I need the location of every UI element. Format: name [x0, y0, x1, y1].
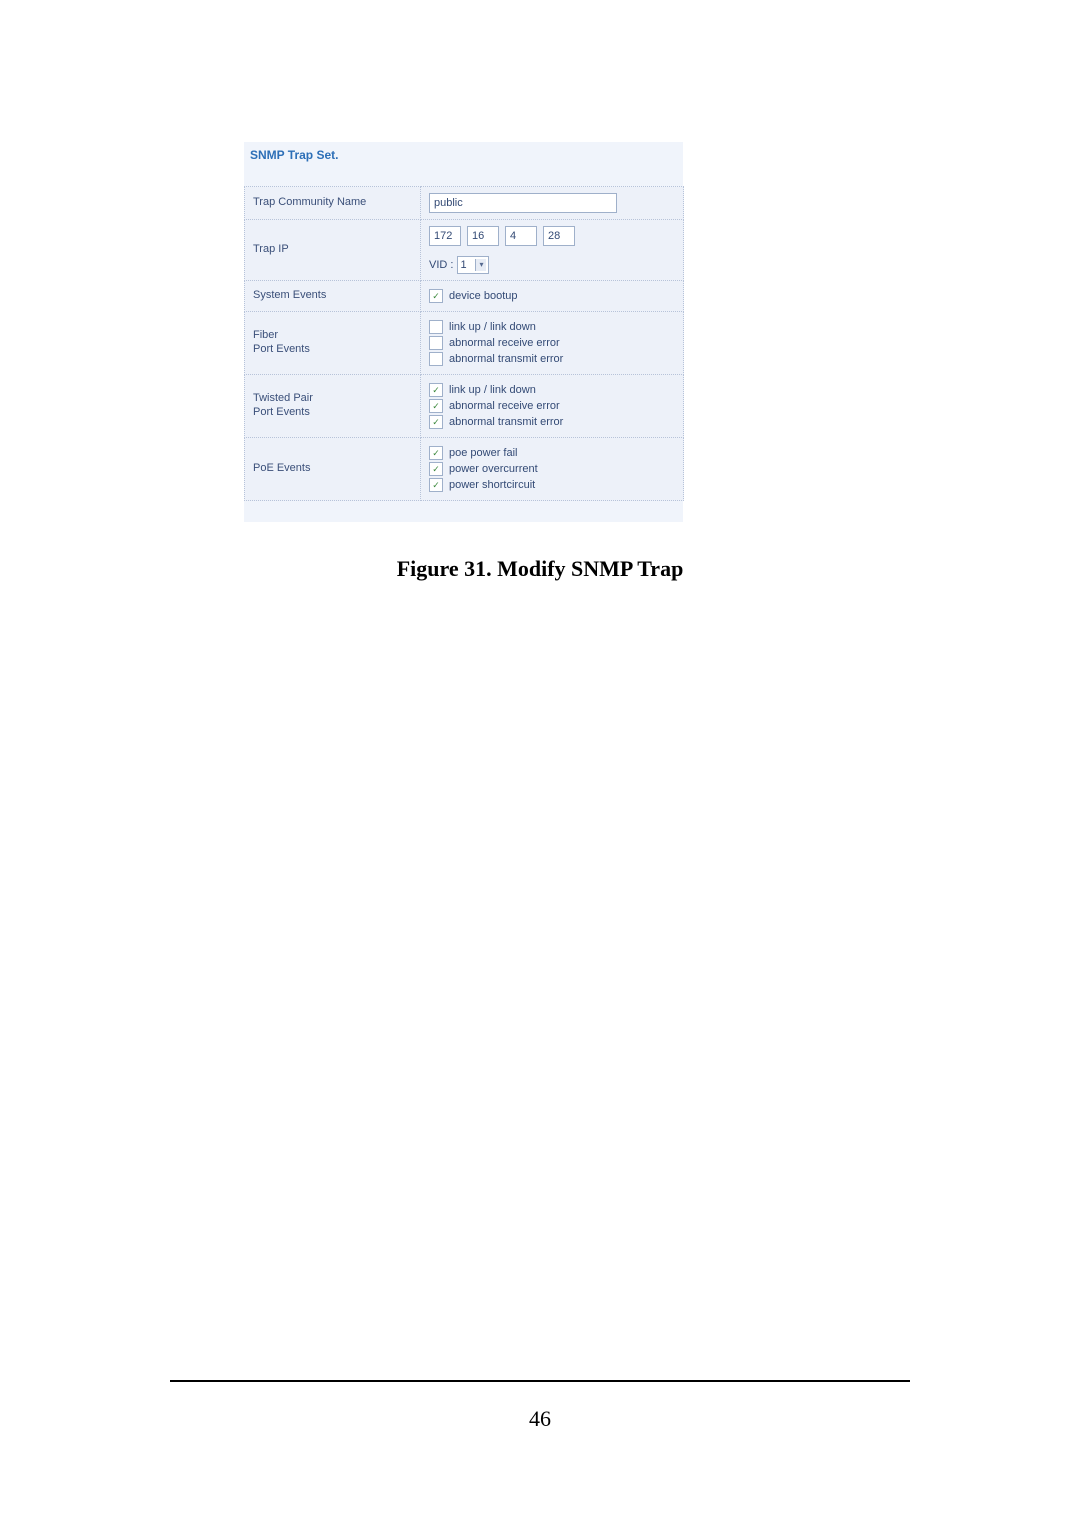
cb-row-poe-fail: poe power fail: [429, 446, 675, 460]
checkbox-label: link up / link down: [449, 321, 536, 333]
checkbox-label: power shortcircuit: [449, 479, 535, 491]
snmp-trap-screenshot: SNMP Trap Set. Trap Community Name publi…: [244, 142, 683, 522]
label-poe-events: PoE Events: [245, 438, 421, 501]
figure-caption: Figure 31. Modify SNMP Trap: [0, 556, 1080, 582]
cell-community-value: public: [421, 187, 684, 220]
label-trap-ip: Trap IP: [245, 220, 421, 281]
panel-title: SNMP Trap Set.: [250, 148, 338, 162]
vid-select-value: 1: [460, 259, 466, 271]
cb-row-poe-short: power shortcircuit: [429, 478, 675, 492]
community-input[interactable]: public: [429, 193, 617, 213]
checkbox-poe-short[interactable]: [429, 478, 443, 492]
cell-tp-events: link up / link down abnormal receive err…: [421, 375, 684, 438]
row-fiber-events: Fiber Port Events link up / link down ab…: [245, 312, 684, 375]
footer-rule: [170, 1380, 910, 1382]
trap-ip-octet-3[interactable]: 4: [505, 226, 537, 246]
trap-ip-octet-4[interactable]: 28: [543, 226, 575, 246]
snmp-trap-table: Trap Community Name public Trap IP 172 1…: [244, 186, 684, 501]
trap-ip-octet-1[interactable]: 172: [429, 226, 461, 246]
cb-row-device-bootup: device bootup: [429, 289, 675, 303]
row-trap-ip: Trap IP 172 16 4 28 VID : 1 ▾: [245, 220, 684, 281]
page-number: 46: [0, 1406, 1080, 1432]
cb-row-poe-over: power overcurrent: [429, 462, 675, 476]
checkbox-label: abnormal receive error: [449, 400, 560, 412]
cell-trap-ip-value: 172 16 4 28 VID : 1 ▾: [421, 220, 684, 281]
checkbox-label: abnormal receive error: [449, 337, 560, 349]
checkbox-label: link up / link down: [449, 384, 536, 396]
row-community: Trap Community Name public: [245, 187, 684, 220]
checkbox-device-bootup[interactable]: [429, 289, 443, 303]
trap-ip-octets: 172 16 4 28: [429, 226, 675, 246]
vid-label: VID :: [429, 259, 453, 271]
checkbox-label: power overcurrent: [449, 463, 538, 475]
checkbox-label: device bootup: [449, 290, 518, 302]
cell-poe-events: poe power fail power overcurrent power s…: [421, 438, 684, 501]
checkbox-tp-rx[interactable]: [429, 399, 443, 413]
checkbox-label: poe power fail: [449, 447, 518, 459]
label-community: Trap Community Name: [245, 187, 421, 220]
label-tp-line2: Port Events: [253, 406, 310, 418]
checkbox-tp-link[interactable]: [429, 383, 443, 397]
checkbox-fiber-tx[interactable]: [429, 352, 443, 366]
row-tp-events: Twisted Pair Port Events link up / link …: [245, 375, 684, 438]
vid-select[interactable]: 1 ▾: [457, 256, 489, 274]
label-fiber-events: Fiber Port Events: [245, 312, 421, 375]
chevron-down-icon: ▾: [475, 259, 486, 271]
label-fiber-line2: Port Events: [253, 343, 310, 355]
trap-ip-octet-2[interactable]: 16: [467, 226, 499, 246]
checkbox-tp-tx[interactable]: [429, 415, 443, 429]
row-system-events: System Events device bootup: [245, 281, 684, 312]
checkbox-poe-over[interactable]: [429, 462, 443, 476]
label-tp-events: Twisted Pair Port Events: [245, 375, 421, 438]
label-tp-line1: Twisted Pair: [253, 392, 313, 404]
checkbox-label: abnormal transmit error: [449, 416, 563, 428]
cell-fiber-events: link up / link down abnormal receive err…: [421, 312, 684, 375]
cb-row-tp-link: link up / link down: [429, 383, 675, 397]
label-system-events: System Events: [245, 281, 421, 312]
document-page: SNMP Trap Set. Trap Community Name publi…: [0, 0, 1080, 1526]
label-fiber-line1: Fiber: [253, 329, 278, 341]
cell-system-events: device bootup: [421, 281, 684, 312]
checkbox-poe-fail[interactable]: [429, 446, 443, 460]
checkbox-fiber-link[interactable]: [429, 320, 443, 334]
cb-row-tp-rx: abnormal receive error: [429, 399, 675, 413]
checkbox-label: abnormal transmit error: [449, 353, 563, 365]
row-poe-events: PoE Events poe power fail power overcurr…: [245, 438, 684, 501]
cb-row-fiber-rx: abnormal receive error: [429, 336, 675, 350]
cb-row-fiber-tx: abnormal transmit error: [429, 352, 675, 366]
trap-vid-row: VID : 1 ▾: [429, 256, 675, 274]
cb-row-fiber-link: link up / link down: [429, 320, 675, 334]
checkbox-fiber-rx[interactable]: [429, 336, 443, 350]
cb-row-tp-tx: abnormal transmit error: [429, 415, 675, 429]
